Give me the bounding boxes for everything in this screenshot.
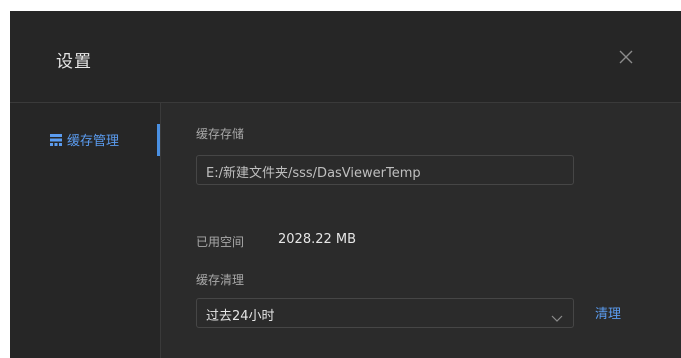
storage-icon — [49, 132, 63, 146]
cache-path-field[interactable]: E:/新建文件夹/sss/DasViewerTemp — [196, 155, 574, 185]
sidebar: 缓存管理 — [10, 103, 160, 358]
settings-dialog: 设置 缓存管理 缓存存储 E:/新建文件夹/sss/DasViewerTemp … — [10, 11, 681, 358]
chevron-down-icon — [551, 308, 563, 322]
sidebar-item-cache-management[interactable]: 缓存管理 — [10, 124, 160, 156]
dialog-title: 设置 — [56, 52, 92, 72]
cleanup-range-value: 过去24小时 — [206, 309, 275, 324]
cache-settings-panel: 缓存存储 E:/新建文件夹/sss/DasViewerTemp 已用空间 202… — [161, 103, 681, 358]
used-space-label: 已用空间 — [196, 235, 245, 249]
clear-cache-button[interactable]: 清理 — [595, 303, 621, 322]
cleanup-range-select[interactable]: 过去24小时 — [196, 298, 574, 328]
used-space-value: 2028.22 MB — [278, 232, 357, 247]
sidebar-item-label: 缓存管理 — [67, 134, 120, 149]
close-icon[interactable] — [616, 47, 636, 67]
cache-cleanup-label: 缓存清理 — [196, 273, 245, 287]
dialog-header: 设置 — [10, 11, 681, 102]
cache-storage-label: 缓存存储 — [196, 127, 245, 141]
